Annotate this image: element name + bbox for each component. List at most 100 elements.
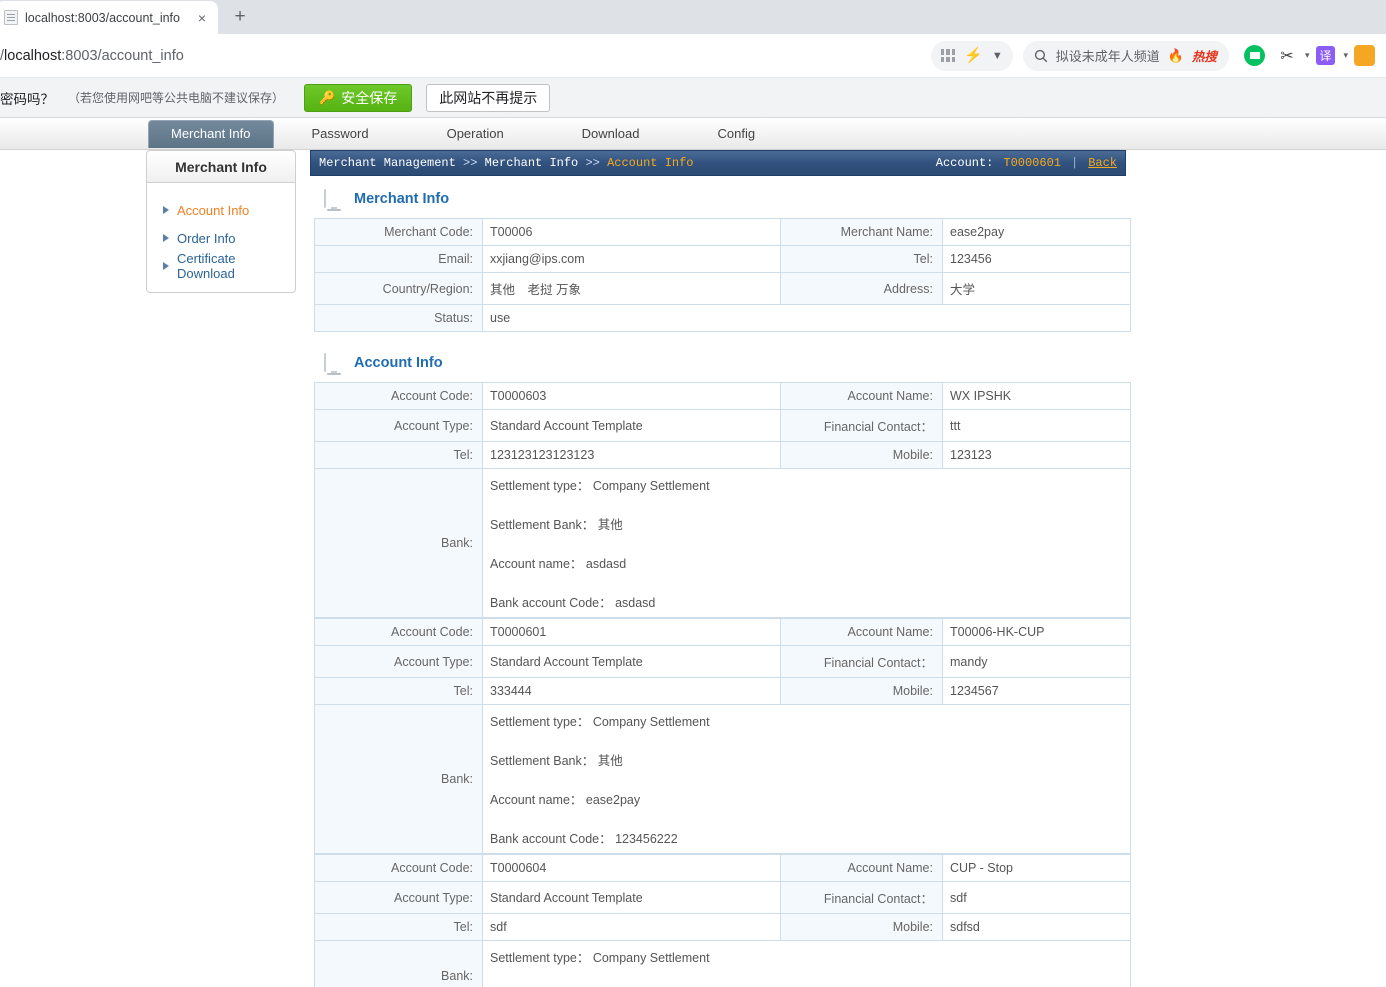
breadcrumb-right: Account: T0000601 | Back: [936, 156, 1117, 170]
financial-contact-value: ttt: [942, 409, 1131, 442]
table-row: Tel: sdf Mobile: sdfsd: [314, 913, 1131, 941]
account-name-value: T00006-HK-CUP: [942, 618, 1131, 646]
table-row: Bank: Settlement type： Company Settlemen…: [314, 704, 1131, 854]
address-bar[interactable]: / localhost:8003/account_info: [0, 41, 931, 71]
secure-save-button[interactable]: 🔑 安全保存: [304, 83, 413, 112]
search-box[interactable]: 拟设未成年人频道 🔥 热搜: [1022, 40, 1229, 71]
chevron-down-icon[interactable]: ▾: [1343, 50, 1348, 61]
breadcrumb-root[interactable]: Merchant Management: [319, 156, 456, 170]
toolbar-pill: ⚡ ▼: [931, 40, 1013, 71]
tel-value: sdf: [482, 913, 781, 941]
account-code-value: T0000603: [482, 382, 781, 410]
account-type-label: Account Type:: [314, 409, 483, 442]
settlement-type: Settlement type： Company Settlement: [490, 479, 710, 493]
table-row: Status: use: [314, 304, 1131, 332]
merchant-code-value: T00006: [482, 218, 781, 246]
breadcrumb-mid[interactable]: Merchant Info: [485, 156, 579, 170]
infobar-note: （若您使用网吧等公共电脑不建议保存）: [68, 91, 285, 105]
secure-save-label: 安全保存: [341, 89, 398, 106]
breadcrumb-separator: >>: [463, 156, 478, 170]
settlement-bank: Settlement Bank： 其他: [490, 754, 623, 768]
bank-account-name: Account name： ease2pay: [490, 793, 641, 807]
account-code-value: T0000601: [482, 618, 781, 646]
sidebar: Merchant Info Account Info Order Info Ce…: [146, 150, 296, 293]
flame-icon: 🔥: [1167, 47, 1184, 63]
table-row: Email: xxjiang@ips.com Tel: 123456: [314, 245, 1131, 273]
address-label: Address:: [780, 272, 943, 305]
back-link[interactable]: Back: [1088, 156, 1117, 170]
tab-download[interactable]: Download: [568, 120, 654, 148]
bolt-icon[interactable]: ⚡: [964, 48, 983, 63]
account-type-value: Standard Account Template: [482, 645, 781, 678]
url-host: localhost: [4, 47, 62, 64]
mobile-value: 1234567: [942, 677, 1131, 705]
account-type-value: Standard Account Template: [482, 881, 781, 914]
bank-details: Settlement type： Company Settlement Sett…: [482, 940, 1131, 987]
tab-config[interactable]: Config: [704, 120, 770, 148]
table-row: Bank: Settlement type： Company Settlemen…: [314, 468, 1131, 618]
tel-label: Tel:: [314, 913, 483, 941]
tab-password[interactable]: Password: [298, 120, 383, 148]
sidebar-title: Merchant Info: [146, 150, 296, 183]
tel-label: Tel:: [314, 677, 483, 705]
browser-tab[interactable]: localhost:8003/account_info ×: [0, 1, 218, 34]
search-input[interactable]: 拟设未成年人频道: [1056, 46, 1160, 65]
chevron-down-icon[interactable]: ▾: [1305, 50, 1310, 61]
account-table-1: Account Code: T0000603 Account Name: WX …: [314, 382, 1131, 618]
bank-label: Bank:: [314, 704, 483, 854]
settlement-type: Settlement type： Company Settlement: [490, 715, 710, 729]
account-code-label: Account Code:: [314, 618, 483, 646]
chevron-down-icon[interactable]: ▼: [992, 50, 1003, 62]
table-row: Bank: Settlement type： Company Settlemen…: [314, 940, 1131, 987]
breadcrumb-separator: >>: [585, 156, 600, 170]
table-row: Country/Region: 其他 老挝 万象 Address: 大学: [314, 272, 1131, 305]
table-row: Account Code: T0000604 Account Name: CUP…: [314, 854, 1131, 882]
table-row: Tel: 333444 Mobile: 1234567: [314, 677, 1131, 705]
bank-details: Settlement type： Company Settlement Sett…: [482, 704, 1131, 854]
translate-extension-icon[interactable]: 译: [1312, 43, 1338, 69]
bank-details: Settlement type： Company Settlement Sett…: [482, 468, 1131, 618]
sidebar-list: Account Info Order Info Certificate Down…: [146, 183, 296, 293]
table-row: Merchant Code: T00006 Merchant Name: eas…: [314, 218, 1131, 246]
account-table-2: Account Code: T0000601 Account Name: T00…: [314, 618, 1131, 854]
top-nav-strip: Merchant Info Password Operation Downloa…: [0, 118, 1386, 150]
table-row: Tel: 123123123123123 Mobile: 123123: [314, 441, 1131, 469]
settlement-type: Settlement type： Company Settlement: [490, 951, 710, 965]
main-panel: Merchant Management >> Merchant Info >> …: [310, 150, 1131, 987]
section-title: Merchant Info: [354, 191, 450, 207]
account-info-heading: Account Info: [324, 353, 1126, 375]
tel-value: 123123123123123: [482, 441, 781, 469]
email-label: Email:: [314, 245, 483, 273]
screenshot-scissors-icon[interactable]: ✂: [1274, 43, 1300, 69]
close-icon[interactable]: ×: [192, 8, 212, 28]
page-content: Merchant Info Password Operation Downloa…: [0, 118, 1386, 987]
sidebar-item-label: Account Info: [177, 202, 250, 218]
merchant-info-heading: Merchant Info: [324, 189, 1126, 211]
mobile-label: Mobile:: [780, 677, 943, 705]
mobile-label: Mobile:: [780, 441, 943, 469]
new-tab-button[interactable]: +: [226, 3, 254, 31]
wechat-extension-icon[interactable]: [1242, 43, 1268, 69]
never-prompt-button[interactable]: 此网站不再提示: [426, 83, 551, 112]
account-code-value: T0000604: [482, 854, 781, 882]
tab-operation[interactable]: Operation: [433, 120, 518, 148]
address-value: 大学: [942, 272, 1131, 305]
tab-merchant-info[interactable]: Merchant Info: [148, 120, 274, 148]
merchant-name-value: ease2pay: [942, 218, 1131, 246]
monitor-icon: [324, 189, 344, 211]
sidebar-item-label: Order Info: [177, 230, 236, 246]
orange-extension-icon[interactable]: [1351, 43, 1377, 69]
section-title: Account Info: [354, 355, 443, 371]
grid-icon[interactable]: [941, 49, 956, 62]
merchant-name-label: Merchant Name:: [780, 218, 943, 246]
account-table-3: Account Code: T0000604 Account Name: CUP…: [314, 854, 1131, 987]
translate-glyph: 译: [1315, 46, 1335, 65]
url-path: :8003/account_info: [61, 47, 184, 64]
sidebar-item-account-info[interactable]: Account Info: [147, 196, 295, 224]
page-icon: [4, 10, 18, 25]
monitor-icon: [324, 353, 344, 375]
sidebar-item-certificate-download[interactable]: Certificate Download: [147, 251, 295, 281]
password-save-infobar: 密码吗？ （若您使用网吧等公共电脑不建议保存） 🔑 安全保存 此网站不再提示: [0, 78, 1386, 118]
sidebar-item-order-info[interactable]: Order Info: [147, 224, 295, 252]
hot-search-label[interactable]: 热搜: [1192, 46, 1217, 65]
